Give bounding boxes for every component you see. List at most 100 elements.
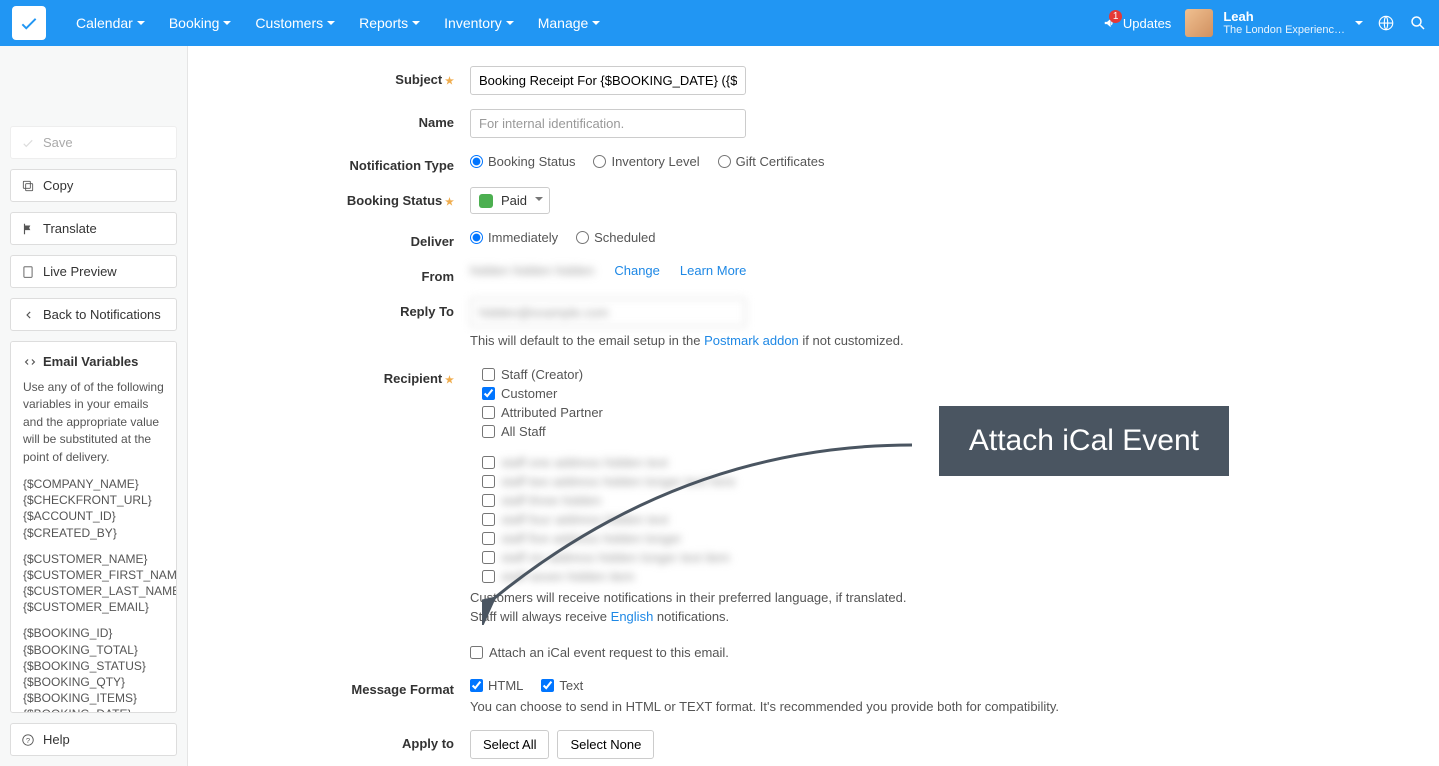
updates-badge: 1: [1109, 10, 1123, 23]
from-value: hidden hidden hidden: [470, 263, 594, 278]
variable-item: {$BOOKING_ITEMS}: [23, 690, 164, 706]
recipient-checkbox[interactable]: staff five address hidden longer: [482, 531, 1270, 546]
caret-down-icon: [535, 197, 543, 201]
recipient-checkbox[interactable]: staff seven hidden item: [482, 569, 1270, 584]
sidebar: Save Copy Translate Live Preview Back to…: [0, 46, 188, 766]
app-logo[interactable]: [12, 6, 46, 40]
select-none-button[interactable]: Select None: [557, 730, 654, 759]
select-all-button[interactable]: Select All: [470, 730, 549, 759]
from-label: From: [228, 263, 470, 284]
notif-type-booking-status[interactable]: Booking Status: [470, 154, 575, 169]
caret-down-icon: [223, 21, 231, 25]
caret-down-icon: [137, 21, 145, 25]
user-menu[interactable]: Leah The London Experienc…: [1185, 9, 1363, 38]
user-company: The London Experienc…: [1223, 24, 1345, 37]
english-link[interactable]: English: [611, 609, 654, 624]
caret-down-icon: [592, 21, 600, 25]
recipient-checkbox[interactable]: staff four address hidden text: [482, 512, 1270, 527]
check-icon: [21, 136, 35, 150]
variable-item: {$COMPANY_NAME}: [23, 476, 164, 492]
variable-item: {$BOOKING_QTY}: [23, 674, 164, 690]
help-button[interactable]: ? Help: [10, 723, 177, 756]
caret-down-icon: [506, 21, 514, 25]
recipient-checkbox[interactable]: Staff (Creator): [482, 367, 1270, 382]
main-nav: Calendar Booking Customers Reports Inven…: [66, 9, 610, 37]
chevron-left-icon: [21, 308, 35, 322]
back-button[interactable]: Back to Notifications: [10, 298, 177, 331]
translate-button[interactable]: Translate: [10, 212, 177, 245]
apply-to-label: Apply to: [228, 730, 470, 751]
variable-item: {$CHECKFRONT_URL}: [23, 492, 164, 508]
variable-item: {$BOOKING_ID}: [23, 625, 164, 641]
main-form: Subject Name Notification Type Booking S…: [188, 46, 1439, 766]
card-title: Email Variables: [23, 354, 164, 369]
message-format-label: Message Format: [228, 676, 470, 697]
variable-item: {$BOOKING_TOTAL}: [23, 642, 164, 658]
change-link[interactable]: Change: [614, 263, 660, 278]
caret-down-icon: [327, 21, 335, 25]
notification-type-label: Notification Type: [228, 152, 470, 173]
nav-customers[interactable]: Customers: [245, 9, 345, 37]
reply-to-label: Reply To: [228, 298, 470, 319]
postmark-addon-link[interactable]: Postmark addon: [704, 333, 799, 348]
variable-item: {$BOOKING_DATE}: [23, 706, 164, 713]
svg-text:?: ?: [26, 735, 30, 744]
variable-item: {$CUSTOMER_NAME}: [23, 551, 164, 567]
status-value: Paid: [501, 193, 527, 208]
reply-help: This will default to the email setup in …: [470, 331, 1270, 351]
notif-type-inventory-level[interactable]: Inventory Level: [593, 154, 699, 169]
subject-input[interactable]: [470, 66, 746, 95]
status-chip: [479, 194, 493, 208]
nav-reports[interactable]: Reports: [349, 9, 430, 37]
ical-checkbox[interactable]: Attach an iCal event request to this ema…: [470, 645, 729, 660]
user-text: Leah The London Experienc…: [1223, 9, 1345, 38]
deliver-immediately[interactable]: Immediately: [470, 230, 558, 245]
caret-down-icon: [1355, 21, 1363, 25]
nav-manage[interactable]: Manage: [528, 9, 611, 37]
nav-booking[interactable]: Booking: [159, 9, 242, 37]
help-icon: ?: [21, 733, 35, 747]
name-input[interactable]: [470, 109, 746, 138]
format-html[interactable]: HTML: [470, 678, 523, 693]
recipient-checkbox[interactable]: Customer: [482, 386, 1270, 401]
booking-status-label: Booking Status: [228, 187, 470, 208]
booking-status-select[interactable]: Paid: [470, 187, 550, 214]
live-preview-button[interactable]: Live Preview: [10, 255, 177, 288]
nav-inventory[interactable]: Inventory: [434, 9, 524, 37]
updates-label: Updates: [1123, 16, 1171, 31]
nav-calendar[interactable]: Calendar: [66, 9, 155, 37]
copy-button[interactable]: Copy: [10, 169, 177, 202]
subject-label: Subject: [228, 66, 470, 87]
variable-item: {$CUSTOMER_EMAIL}: [23, 599, 164, 615]
top-header: Calendar Booking Customers Reports Inven…: [0, 0, 1439, 46]
reply-to-input[interactable]: [470, 298, 746, 327]
email-variables-card: Email Variables Use any of of the follow…: [10, 341, 177, 713]
user-name: Leah: [1223, 9, 1345, 25]
learn-more-link[interactable]: Learn More: [680, 263, 746, 278]
callout-label: Attach iCal Event: [939, 406, 1229, 476]
variable-item: {$CUSTOMER_FIRST_NAME}: [23, 567, 164, 583]
save-button[interactable]: Save: [10, 126, 177, 159]
card-description: Use any of of the following variables in…: [23, 379, 164, 466]
format-text[interactable]: Text: [541, 678, 583, 693]
check-icon: [18, 12, 40, 34]
header-right: 1 Updates Leah The London Experienc…: [1103, 9, 1427, 38]
caret-down-icon: [412, 21, 420, 25]
document-icon: [21, 265, 35, 279]
deliver-scheduled[interactable]: Scheduled: [576, 230, 655, 245]
recipient-checkbox[interactable]: staff six address hidden longer text ite…: [482, 550, 1270, 565]
globe-icon[interactable]: [1377, 14, 1395, 32]
updates-button[interactable]: 1 Updates: [1103, 16, 1171, 31]
flag-icon: [21, 222, 35, 236]
recipient-checkbox[interactable]: staff three hidden: [482, 493, 1270, 508]
avatar: [1185, 9, 1213, 37]
copy-icon: [21, 179, 35, 193]
search-icon[interactable]: [1409, 14, 1427, 32]
format-help: You can choose to send in HTML or TEXT f…: [470, 697, 1270, 717]
recipient-label: Recipient: [228, 365, 470, 386]
variable-item: {$CREATED_BY}: [23, 525, 164, 541]
variable-item: {$BOOKING_STATUS}: [23, 658, 164, 674]
variable-item: {$CUSTOMER_LAST_NAME}: [23, 583, 164, 599]
recipient-help: Customers will receive notifications in …: [470, 588, 1270, 627]
notif-type-gift-certificates[interactable]: Gift Certificates: [718, 154, 825, 169]
